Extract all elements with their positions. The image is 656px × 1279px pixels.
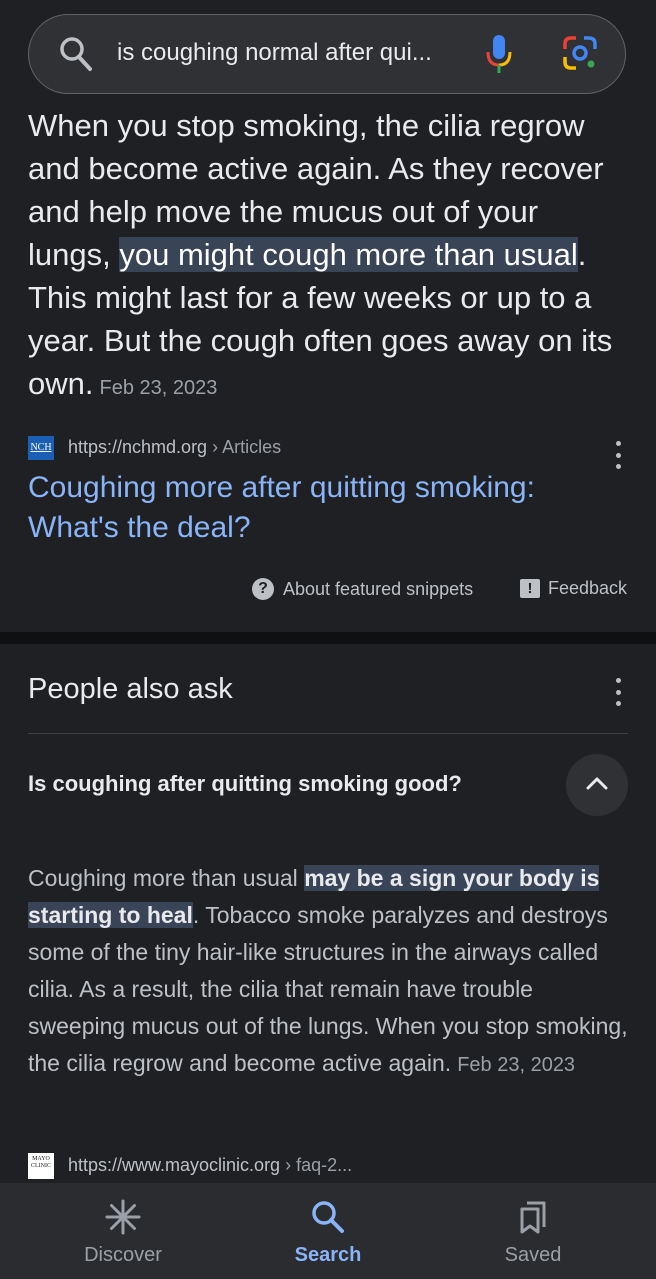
- featured-snippet-text: When you stop smoking, the cilia regrow …: [28, 104, 628, 410]
- result-title-link[interactable]: Coughing more after quitting smoking: Wh…: [28, 468, 628, 548]
- divider: [28, 733, 628, 734]
- paa-question[interactable]: Is coughing after quitting smoking good?: [28, 771, 462, 797]
- paa-more-options-icon[interactable]: [614, 678, 622, 706]
- about-label: About featured snippets: [283, 578, 474, 599]
- feedback-icon: !: [520, 579, 540, 598]
- about-featured-snippets[interactable]: ? About featured snippets: [252, 578, 473, 600]
- nav-saved[interactable]: Saved: [443, 1199, 623, 1267]
- source-url[interactable]: https://nchmd.org › Articles: [68, 437, 281, 458]
- feedback-label: Feedback: [548, 578, 628, 598]
- collapse-question-button[interactable]: [566, 754, 628, 816]
- people-also-ask-title: People also ask: [28, 673, 233, 705]
- snippet-date: Feb 23, 2023: [99, 377, 218, 399]
- snippet-source[interactable]: NCH https://nchmd.org › Articles: [28, 436, 628, 460]
- nav-discover[interactable]: Discover: [33, 1199, 213, 1267]
- paa-source[interactable]: MAYO CLINIC https://www.mayoclinic.org ›…: [28, 1153, 628, 1179]
- section-divider: [0, 632, 656, 644]
- help-icon: ?: [252, 578, 274, 600]
- search-box[interactable]: is coughing normal after qui...: [28, 14, 626, 94]
- snippet-highlight: you might cough more than usual: [119, 237, 578, 272]
- bookmarks-icon: [515, 1201, 551, 1239]
- nav-discover-label: Discover: [84, 1244, 162, 1266]
- google-lens-icon[interactable]: [562, 35, 598, 76]
- asterisk-icon: [105, 1199, 141, 1239]
- top-bar: is coughing normal after qui...: [0, 0, 656, 108]
- paa-answer: Coughing more than usual may be a sign y…: [28, 860, 632, 1084]
- search-icon[interactable]: [59, 35, 93, 78]
- nav-saved-label: Saved: [504, 1244, 562, 1266]
- result-more-options-icon[interactable]: [614, 441, 622, 469]
- chevron-up-icon: [585, 775, 609, 796]
- answer-date: Feb 23, 2023: [457, 1054, 576, 1076]
- microphone-icon[interactable]: [485, 33, 513, 80]
- answer-text-before: Coughing more than usual: [28, 865, 305, 891]
- answer-text-after: . Tobacco smoke paralyzes and destroys s…: [28, 902, 628, 1076]
- snippet-footer: ? About featured snippets ! Feedback: [0, 576, 656, 604]
- paa-source-url[interactable]: https://www.mayoclinic.org › faq-2...: [68, 1155, 352, 1176]
- bottom-navigation: Discover Search Saved: [0, 1183, 656, 1279]
- nav-search-label: Search: [294, 1244, 362, 1266]
- mayo-clinic-favicon: MAYO CLINIC: [28, 1153, 54, 1179]
- search-query[interactable]: is coughing normal after qui...: [117, 39, 477, 67]
- nch-favicon: NCH: [28, 436, 54, 460]
- feedback-button[interactable]: ! Feedback: [520, 578, 627, 599]
- search-icon: [310, 1201, 346, 1239]
- nav-search[interactable]: Search: [238, 1199, 418, 1267]
